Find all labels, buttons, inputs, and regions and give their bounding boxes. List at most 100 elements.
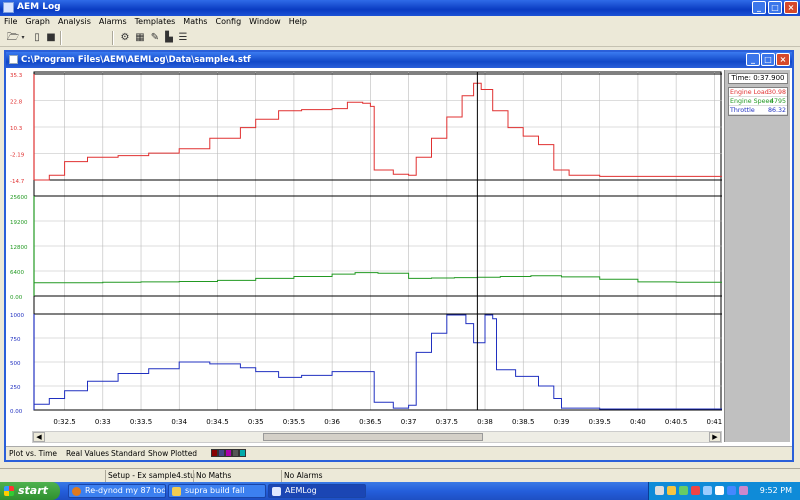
swatch[interactable] bbox=[225, 449, 232, 457]
scroll-left-icon[interactable]: ◀ bbox=[33, 432, 45, 442]
x-tick-label: 0:39.5 bbox=[588, 418, 610, 426]
tray-icon[interactable] bbox=[655, 486, 664, 495]
menu-help[interactable]: Help bbox=[285, 16, 311, 29]
tray-icon[interactable] bbox=[727, 486, 736, 495]
x-tick-label: 0:40 bbox=[630, 418, 646, 426]
swatch[interactable] bbox=[211, 449, 218, 457]
legend-value: 30.98 bbox=[767, 89, 786, 96]
y-tick-label: 750 bbox=[10, 337, 21, 343]
x-tick-label: 0:32.5 bbox=[53, 418, 75, 426]
scroll-right-icon[interactable]: ▶ bbox=[709, 432, 721, 442]
menu-templates[interactable]: Templates bbox=[131, 16, 180, 29]
task-aemlog[interactable]: AEMLog bbox=[268, 484, 366, 498]
x-tick-label: 0:33.5 bbox=[130, 418, 152, 426]
log-window: C:\Program Files\AEM\AEMLog\Data\sample4… bbox=[4, 50, 794, 462]
y-tick-label: 0.00 bbox=[10, 409, 23, 415]
show-mode[interactable]: Show Plotted bbox=[148, 449, 197, 458]
y-tick-label: 10.3 bbox=[10, 126, 23, 132]
y-tick-label: -2.19 bbox=[10, 153, 25, 159]
color-swatches bbox=[211, 449, 246, 457]
y-tick-label: 0.00 bbox=[10, 295, 23, 301]
app-title: AEM Log bbox=[17, 2, 61, 12]
log-window-title: C:\Program Files\AEM\AEMLog\Data\sample4… bbox=[21, 55, 251, 65]
value-mode[interactable]: Real Values bbox=[66, 449, 109, 458]
y-tick-label: 12800 bbox=[10, 245, 28, 251]
child-close-button[interactable]: × bbox=[776, 53, 790, 66]
save-icon[interactable]: ■ bbox=[44, 31, 58, 44]
list-icon[interactable]: ☰ bbox=[176, 31, 190, 44]
plot-mode[interactable]: Plot vs. Time bbox=[9, 449, 57, 458]
maximize-button[interactable]: □ bbox=[768, 1, 782, 14]
app-icon bbox=[3, 2, 14, 13]
legend-value: 86.32 bbox=[767, 107, 786, 114]
y-tick-label: 1000 bbox=[10, 313, 24, 319]
menu-file[interactable]: File bbox=[0, 16, 21, 29]
x-tick-label: 0:37.5 bbox=[436, 418, 458, 426]
minimize-button[interactable]: _ bbox=[752, 1, 766, 14]
open-icon[interactable]: 🗁 bbox=[6, 31, 20, 44]
folder-icon bbox=[172, 487, 181, 496]
bar-chart-icon[interactable]: ▙ bbox=[162, 31, 176, 44]
dropdown-icon[interactable]: ▾ bbox=[19, 31, 27, 44]
tray-icon[interactable] bbox=[691, 486, 700, 495]
tray-icon[interactable] bbox=[667, 486, 676, 495]
menu-maths[interactable]: Maths bbox=[179, 16, 211, 29]
menu-analysis[interactable]: Analysis bbox=[54, 16, 95, 29]
start-button[interactable]: start bbox=[0, 482, 60, 500]
legend-item-throttle[interactable]: Throttle 86.32 bbox=[729, 106, 787, 115]
start-label: start bbox=[18, 484, 48, 497]
legend-item-engine-load[interactable]: Engine Load 30.98 bbox=[729, 88, 787, 97]
aemlog-icon bbox=[272, 487, 281, 496]
task-folder[interactable]: supra build fall bbox=[168, 484, 266, 498]
task-firefox[interactable]: Re-dynod my 87 toda... bbox=[68, 484, 166, 498]
status-setup: Setup - Ex sample4.stu bbox=[108, 471, 195, 480]
x-tick-label: 0:38.5 bbox=[512, 418, 534, 426]
settings-icon[interactable]: ⚙ bbox=[118, 31, 132, 44]
status-alarms: No Alarms bbox=[284, 471, 323, 480]
y-tick-label: 22.8 bbox=[10, 100, 23, 106]
menu-graph[interactable]: Graph bbox=[21, 16, 54, 29]
y-tick-label: 6400 bbox=[10, 270, 24, 276]
x-tick-label: 0:41 bbox=[706, 418, 722, 426]
tray-icon[interactable] bbox=[679, 486, 688, 495]
x-tick-label: 0:34.5 bbox=[206, 418, 228, 426]
menu-config[interactable]: Config bbox=[211, 16, 245, 29]
marker-icon[interactable]: ✎ bbox=[148, 31, 162, 44]
child-maximize-button[interactable]: □ bbox=[761, 53, 775, 66]
app-status-bar: Setup - Ex sample4.stu No Maths No Alarm… bbox=[0, 468, 800, 482]
x-tick-label: 0:33 bbox=[95, 418, 111, 426]
tray-icon[interactable] bbox=[715, 486, 724, 495]
toolbar: 🗁 ▾ ▯ ■ ⚙ ▦ ✎ ▙ ☰ bbox=[0, 29, 800, 47]
y-tick-label: -14.7 bbox=[10, 179, 25, 185]
x-tick-label: 0:36 bbox=[324, 418, 340, 426]
x-tick-label: 0:36.5 bbox=[359, 418, 381, 426]
channel-panel: Time: 0:37.900 Engine Load 30.98 Engine … bbox=[724, 70, 790, 442]
swatch[interactable] bbox=[218, 449, 225, 457]
tray-icon[interactable] bbox=[703, 486, 712, 495]
style-mode[interactable]: Standard bbox=[111, 449, 145, 458]
plot-svg: 0:32.5 0:33 0:33.5 0:34 0:34.5 0:35 0:35.5 0:36… bbox=[10, 71, 722, 426]
scroll-thumb[interactable] bbox=[263, 433, 483, 441]
menu-window[interactable]: Window bbox=[245, 16, 285, 29]
x-tick-label: 0:35 bbox=[248, 418, 264, 426]
legend-item-engine-speed[interactable]: Engine Speed 4795 bbox=[729, 97, 787, 106]
swatch[interactable] bbox=[232, 449, 239, 457]
app-title-bar: AEM Log _ □ × bbox=[0, 0, 800, 16]
close-button[interactable]: × bbox=[784, 1, 798, 14]
x-tick-label: 0:34 bbox=[171, 418, 187, 426]
menu-alarms[interactable]: Alarms bbox=[95, 16, 131, 29]
time-readout: Time: 0:37.900 bbox=[728, 73, 788, 84]
task-label: supra build fall bbox=[185, 486, 245, 495]
firefox-icon bbox=[72, 487, 81, 496]
swatch[interactable] bbox=[239, 449, 246, 457]
new-icon[interactable]: ▯ bbox=[30, 31, 44, 44]
x-tick-label: 0:39 bbox=[554, 418, 570, 426]
plot-area[interactable]: 0:32.5 0:33 0:33.5 0:34 0:34.5 0:35 0:35.5 0:36… bbox=[8, 70, 722, 430]
tray-icon[interactable] bbox=[739, 486, 748, 495]
horizontal-scrollbar[interactable]: ◀ ▶ bbox=[32, 431, 722, 443]
child-minimize-button[interactable]: _ bbox=[746, 53, 760, 66]
y-tick-label: 500 bbox=[10, 361, 21, 367]
table-icon[interactable]: ▦ bbox=[133, 31, 147, 44]
x-tick-label: 0:38 bbox=[477, 418, 493, 426]
plot-frame bbox=[33, 71, 722, 411]
